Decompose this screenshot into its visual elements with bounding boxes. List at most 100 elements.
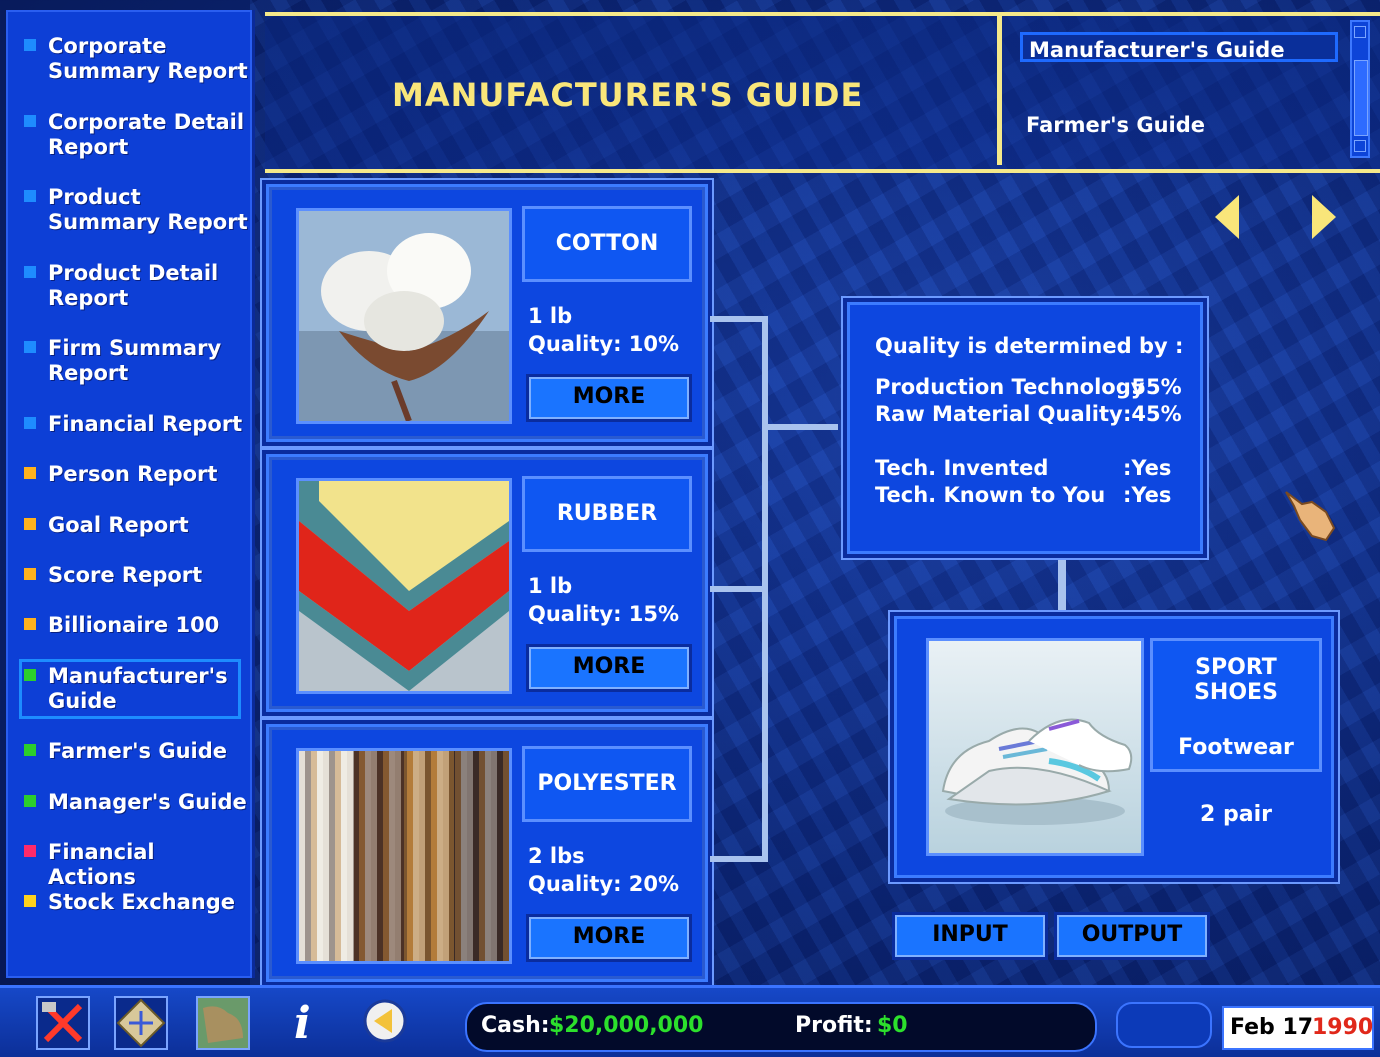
output-button[interactable]: OUTPUT: [1054, 912, 1210, 960]
material-name: COTTON: [522, 206, 692, 282]
finance-status-bar: Cash: $20,000,000 Profit: $0: [465, 1002, 1097, 1052]
tech-known-label: Tech. Known to You: [875, 483, 1106, 507]
bullet-icon: [24, 744, 36, 756]
bullet-icon: [24, 341, 36, 353]
sidebar-item-product-summary[interactable]: Product Summary Report: [24, 185, 248, 235]
sidebar-item-label: Goal Report: [48, 513, 189, 537]
sidebar-item-managers-guide[interactable]: Manager's Guide: [24, 790, 248, 815]
connector-line: [766, 424, 838, 430]
bullet-icon: [24, 568, 36, 580]
sidebar-item-corporate-detail[interactable]: Corporate Detail Report: [24, 110, 248, 160]
material-name: POLYESTER: [522, 746, 692, 822]
scroll-up-icon[interactable]: [1354, 26, 1366, 38]
sidebar-item-label: Corporate Detail Report: [48, 110, 245, 159]
sidebar-item-label: Manager's Guide: [48, 790, 247, 814]
connector-line: [710, 856, 766, 862]
guide-option-manufacturers[interactable]: Manufacturer's Guide: [1020, 32, 1338, 62]
bullet-icon: [24, 190, 36, 202]
input-panel-rubber: RUBBER 1 lb Quality: 15% MORE: [260, 448, 714, 718]
material-quality: Quality: 15%: [528, 602, 680, 626]
rubber-image: [296, 478, 512, 694]
sidebar-item-label: Financial Actions: [48, 840, 155, 889]
sidebar-item-financial-actions[interactable]: Financial Actions: [24, 840, 248, 890]
bullet-icon: [24, 518, 36, 530]
tech-known-value: :Yes: [1123, 483, 1172, 507]
page-title: MANUFACTURER'S GUIDE: [392, 76, 864, 114]
scroll-down-icon[interactable]: [1354, 140, 1366, 152]
more-button[interactable]: MORE: [526, 644, 692, 692]
product-name: SPORT SHOES: [1194, 655, 1278, 705]
bullet-icon: [24, 115, 36, 127]
sidebar-item-firm-summary[interactable]: Firm Summary Report: [24, 336, 248, 386]
output-product-panel: SPORT SHOES Footwear 2 pair: [888, 610, 1340, 884]
quality-heading: Quality is determined by :: [875, 334, 1184, 358]
date-year: 1990: [1312, 1015, 1374, 1040]
cash-label: Cash:: [481, 1013, 550, 1038]
bullet-icon: [24, 669, 36, 681]
sport-shoes-image: [926, 638, 1144, 856]
bullet-icon: [24, 618, 36, 630]
clock-icon[interactable]: [360, 996, 414, 1050]
sidebar-item-label: Manufacturer's Guide: [48, 664, 228, 713]
sidebar-item-label: Product Detail Report: [48, 261, 219, 310]
product-quantity: 2 pair: [1200, 802, 1272, 827]
sidebar-item-billionaire-100[interactable]: Billionaire 100: [24, 613, 248, 638]
sidebar-item-label: Farmer's Guide: [48, 739, 228, 763]
bullet-icon: [24, 39, 36, 51]
next-arrow-icon[interactable]: [1312, 195, 1336, 239]
sidebar-item-manufacturers-guide[interactable]: Manufacturer's Guide: [19, 659, 241, 719]
speed-control[interactable]: [1116, 1002, 1212, 1048]
guide-list-scrollbar[interactable]: [1350, 20, 1370, 158]
build-tools-icon[interactable]: [36, 996, 90, 1050]
sidebar-item-label: Financial Report: [48, 412, 243, 436]
input-button[interactable]: INPUT: [892, 912, 1048, 960]
sidebar-item-label: Product Summary Report: [48, 185, 248, 234]
sidebar-item-label: Corporate Summary Report: [48, 34, 248, 83]
previous-arrow-icon[interactable]: [1215, 195, 1239, 239]
connector-line: [710, 586, 766, 592]
bullet-icon: [24, 895, 36, 907]
sidebar-item-score-report[interactable]: Score Report: [24, 563, 248, 588]
world-map-icon[interactable]: [196, 996, 250, 1050]
profit-value: $0: [877, 1013, 908, 1038]
tech-invented-label: Tech. Invented: [875, 456, 1049, 480]
bullet-icon: [24, 795, 36, 807]
production-tech-label: Production Technology: [875, 375, 1145, 399]
bullet-icon: [24, 417, 36, 429]
input-panel-polyester: POLYESTER 2 lbs Quality: 20% MORE: [260, 718, 714, 988]
sidebar-item-product-detail[interactable]: Product Detail Report: [24, 261, 248, 311]
game-date: Feb 17 1990: [1222, 1006, 1374, 1050]
sidebar-item-label: Score Report: [48, 563, 203, 587]
map-grid-icon[interactable]: [114, 996, 168, 1050]
more-button[interactable]: MORE: [526, 914, 692, 962]
sidebar-item-farmers-guide[interactable]: Farmer's Guide: [24, 739, 248, 764]
sidebar-item-stock-exchange[interactable]: Stock Exchange: [24, 890, 248, 915]
guide-option-farmers[interactable]: Farmer's Guide: [1020, 110, 1338, 140]
profit-label: Profit:: [795, 1013, 873, 1038]
product-name-box: SPORT SHOES Footwear: [1150, 638, 1322, 772]
raw-material-value: :45%: [1123, 402, 1182, 426]
quality-info-box: Quality is determined by : Production Te…: [841, 296, 1209, 560]
sidebar-item-label: Firm Summary Report: [48, 336, 222, 385]
header-divider: [997, 12, 1002, 165]
pointing-hand-icon: [1285, 491, 1336, 542]
report-sidebar: Corporate Summary Report Corporate Detai…: [6, 10, 255, 978]
product-category: Footwear: [1178, 735, 1294, 760]
more-button[interactable]: MORE: [526, 374, 692, 422]
material-amount: 2 lbs: [528, 844, 585, 868]
sidebar-item-label: Billionaire 100: [48, 613, 220, 637]
svg-text:i: i: [294, 998, 311, 1046]
material-amount: 1 lb: [528, 574, 573, 598]
sidebar-item-label: Person Report: [48, 462, 218, 486]
bullet-icon: [24, 845, 36, 857]
sidebar-item-financial-report[interactable]: Financial Report: [24, 412, 248, 437]
sidebar-item-goal-report[interactable]: Goal Report: [24, 513, 248, 538]
info-icon[interactable]: i: [276, 996, 330, 1050]
bullet-icon: [24, 467, 36, 479]
date-day: Feb 17: [1230, 1015, 1314, 1040]
sidebar-item-corporate-summary[interactable]: Corporate Summary Report: [24, 34, 248, 84]
raw-material-label: Raw Material Quality: [875, 402, 1123, 426]
sidebar-item-person-report[interactable]: Person Report: [24, 462, 248, 487]
scrollbar-thumb[interactable]: [1354, 60, 1368, 136]
bottom-toolbar: i Cash: $20,000,000 Profit: $0 Feb 17 19…: [0, 985, 1380, 1057]
